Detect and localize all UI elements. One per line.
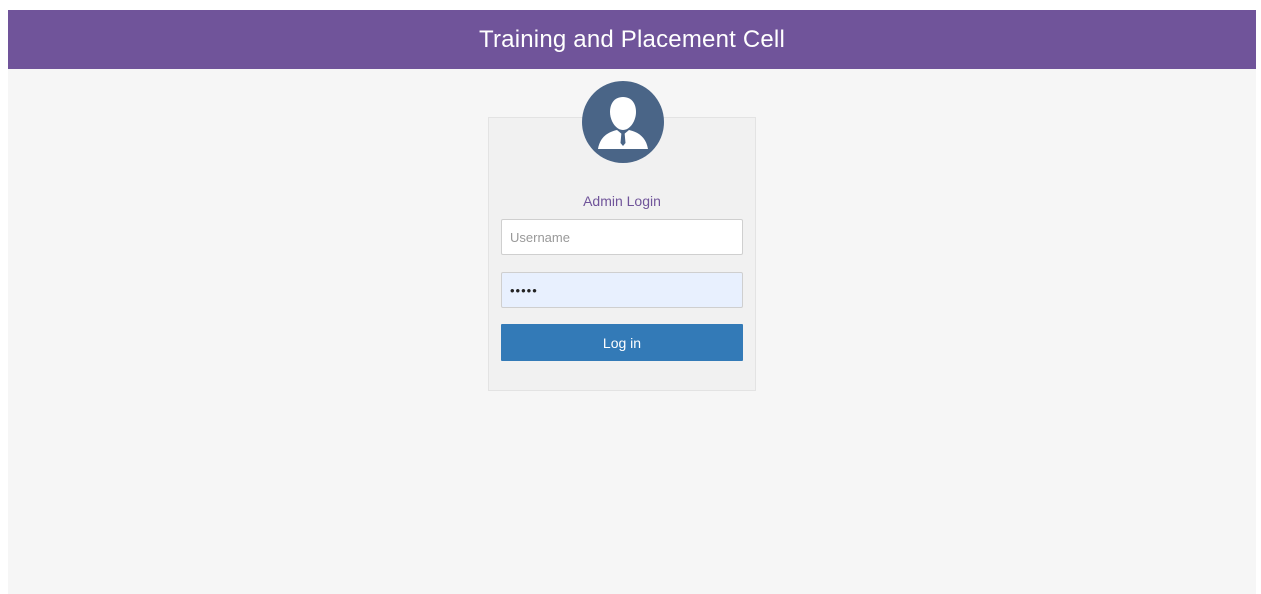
login-heading: Admin Login <box>583 193 661 209</box>
password-input[interactable] <box>501 272 743 308</box>
username-input[interactable] <box>501 219 743 255</box>
user-avatar-icon <box>582 81 664 163</box>
login-button[interactable]: Log in <box>501 324 743 361</box>
header-bar: Training and Placement Cell <box>8 10 1256 69</box>
app-title: Training and Placement Cell <box>479 25 785 53</box>
